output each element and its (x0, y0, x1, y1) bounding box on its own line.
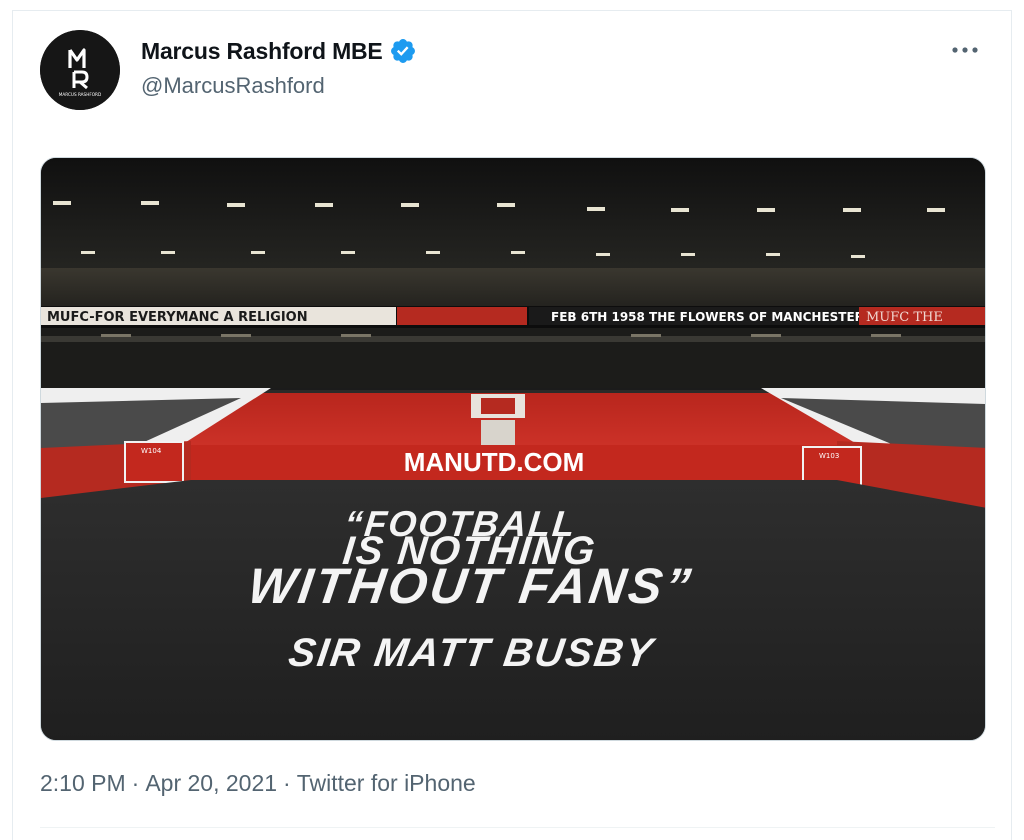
meta-separator: · (131, 770, 140, 796)
tweet-media-photo[interactable]: MUFC-FOR EVERYMANC A RELIGION FEB 6TH 19… (40, 157, 986, 741)
tweet-time[interactable]: 2:10 PM (40, 770, 126, 797)
banner-right-tail-text: MUFC THE (866, 310, 943, 325)
author-names: Marcus Rashford MBE @MarcusRashford (141, 36, 417, 99)
stand-sign-text: MANUTD.COM (404, 447, 585, 477)
meta-separator: · (283, 770, 291, 796)
banner-left-text: MUFC-FOR EVERYMANC A RELIGION (47, 310, 308, 325)
tweet-header: MARCUS RASHFORD Marcus Rashford MBE @Mar… (40, 30, 995, 112)
stadium-photo: MUFC-FOR EVERYMANC A RELIGION FEB 6TH 19… (41, 158, 985, 740)
display-name[interactable]: Marcus Rashford MBE (141, 38, 383, 65)
author-handle[interactable]: @MarcusRashford (141, 73, 417, 99)
banner-right-text: FEB 6TH 1958 THE FLOWERS OF MANCHESTER (551, 310, 864, 324)
tweet-date[interactable]: Apr 20, 2021 (145, 770, 277, 797)
avatar-text: MARCUS RASHFORD (59, 92, 101, 97)
more-dots-icon (952, 47, 978, 53)
seat-label-left: W104 (141, 447, 162, 455)
verified-badge-icon (390, 39, 415, 63)
seat-label-right: W103 (819, 452, 839, 460)
tweet-meta: 2:10 PM · Apr 20, 2021 · Twitter for iPh… (40, 770, 476, 797)
divider (40, 827, 995, 828)
quote-line-3: WITHOUT FANS” (245, 558, 697, 614)
attribution-text: SIR MATT BUSBY (286, 630, 658, 675)
more-options-button[interactable] (945, 38, 985, 62)
tweet-source[interactable]: Twitter for iPhone (297, 770, 476, 797)
avatar[interactable]: MARCUS RASHFORD (40, 30, 120, 110)
